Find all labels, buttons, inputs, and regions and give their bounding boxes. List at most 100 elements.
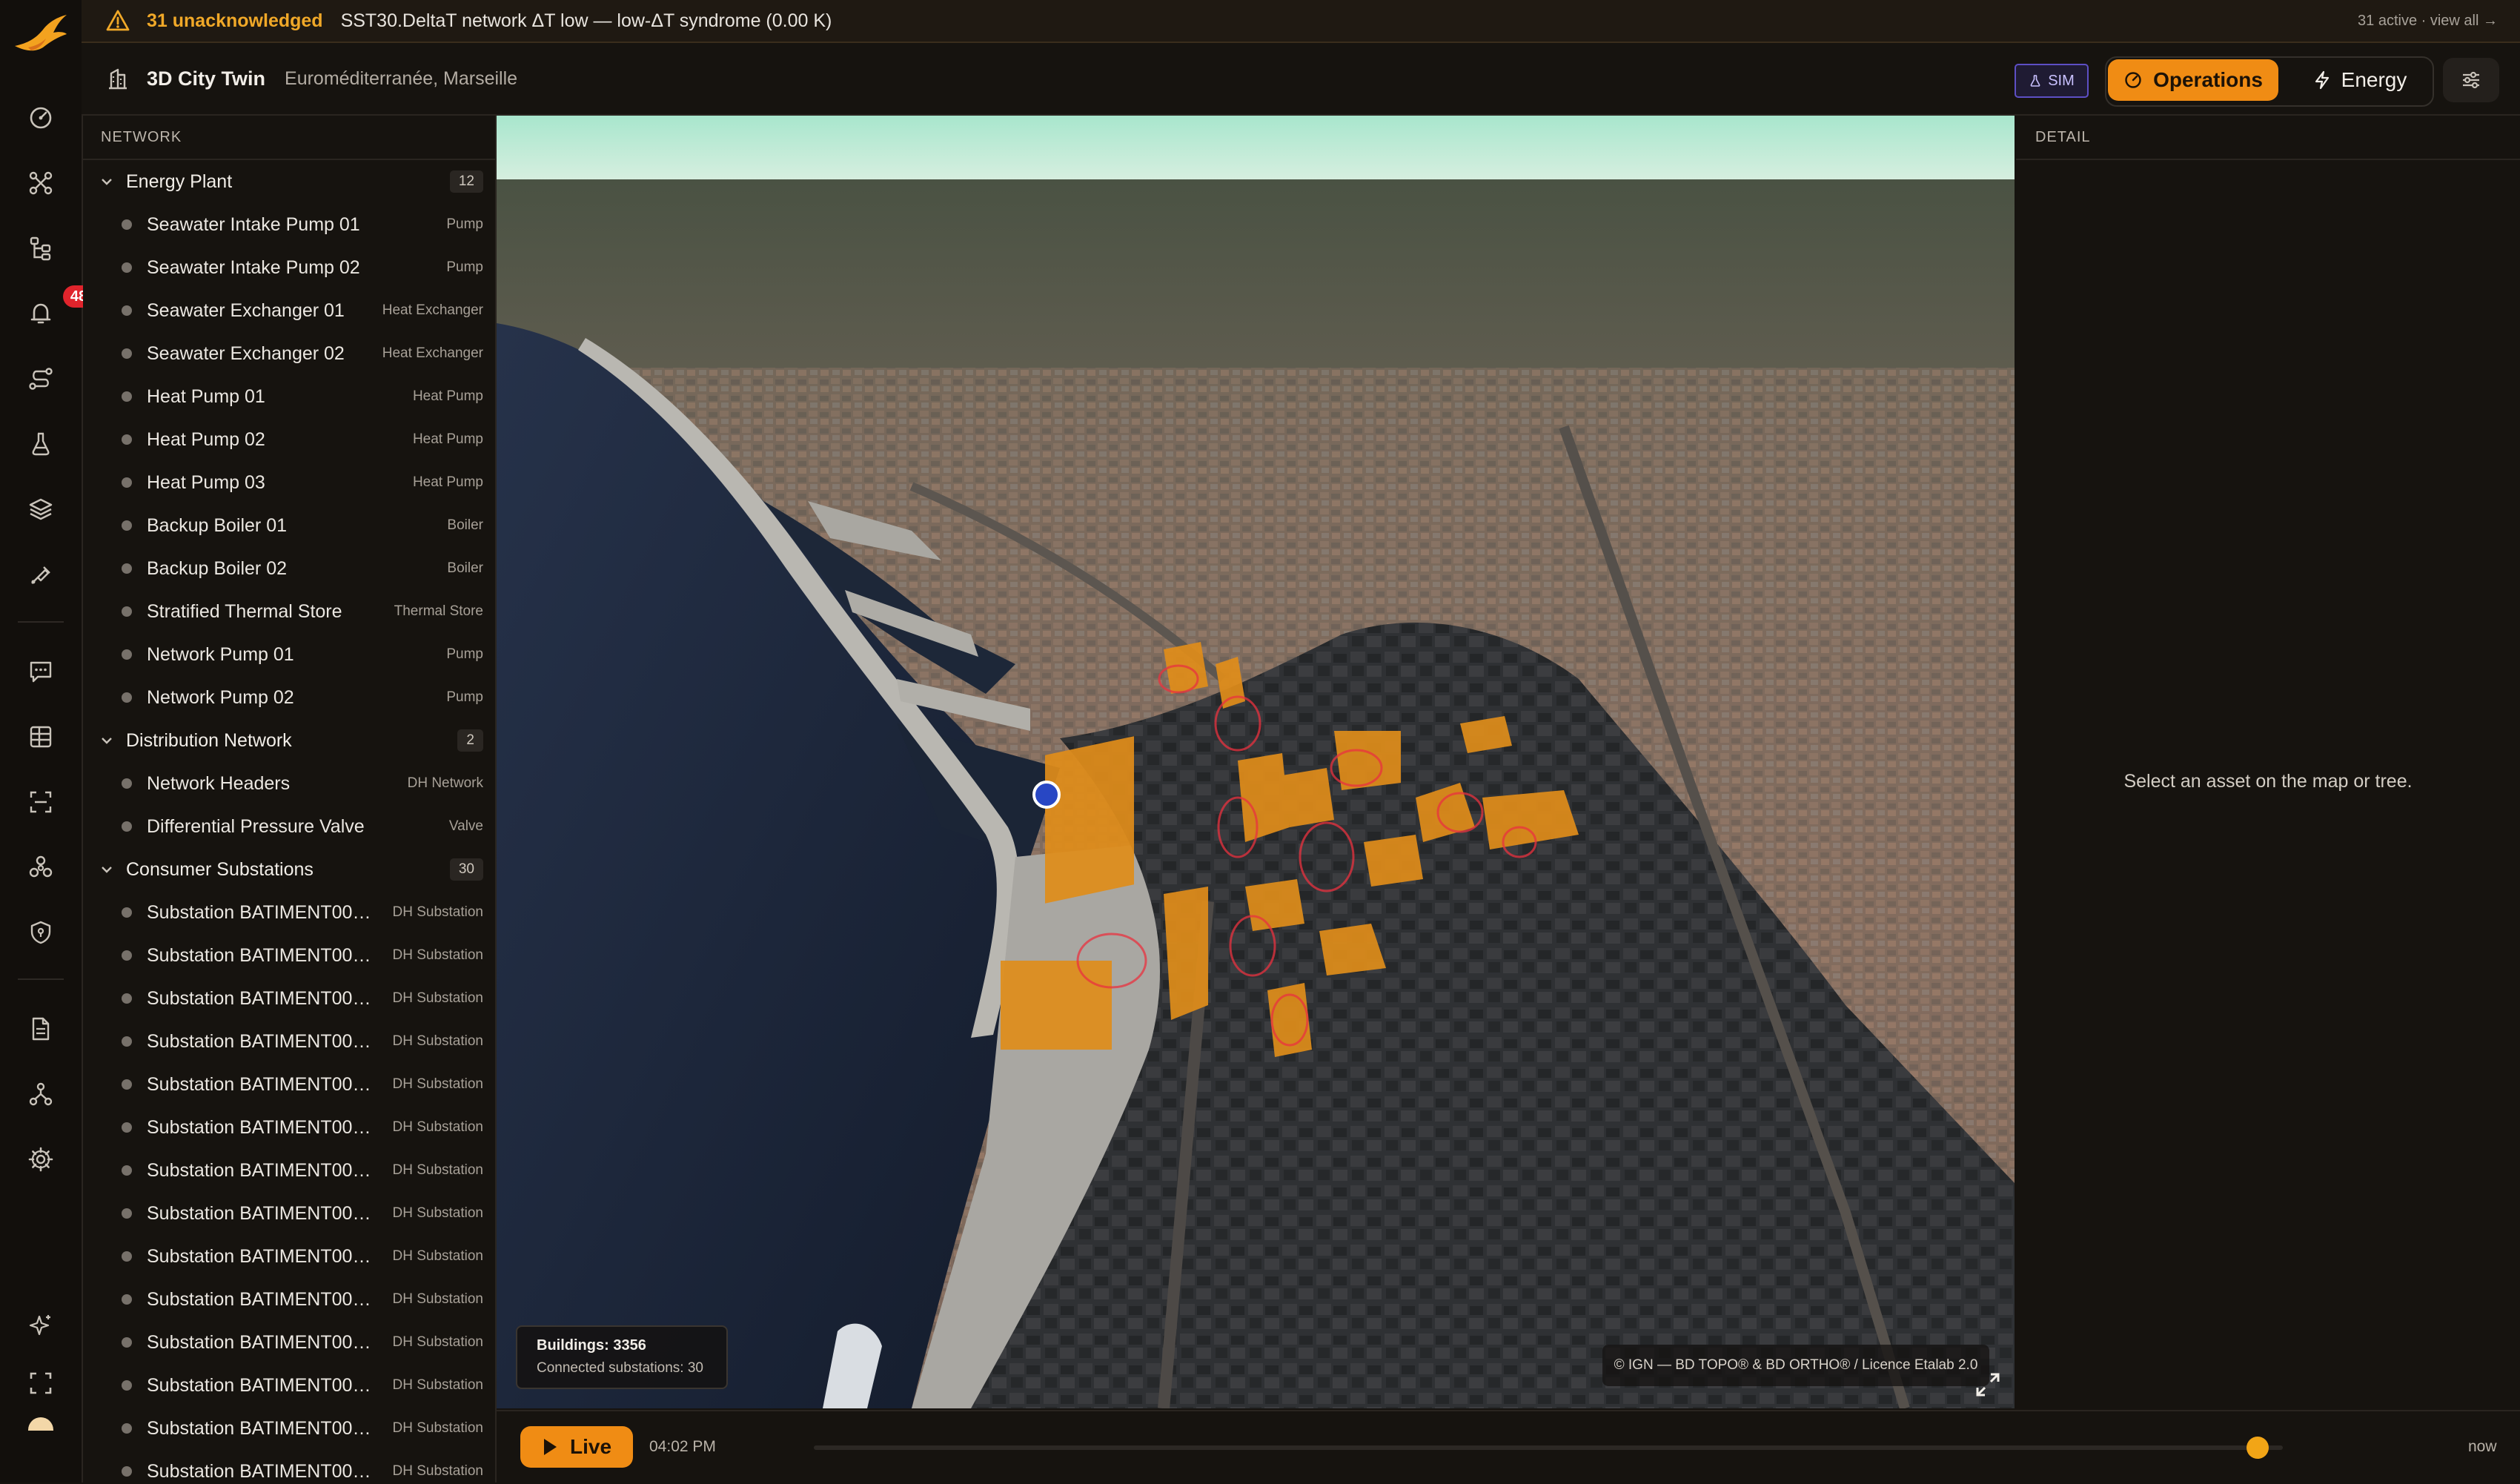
tree-item[interactable]: Seawater Exchanger 02 Heat Exchanger <box>83 332 495 375</box>
network-nodes-icon[interactable] <box>23 165 59 201</box>
play-icon <box>543 1439 557 1455</box>
grid-icon[interactable] <box>23 719 59 755</box>
tree-item-label: Heat Pump 03 <box>147 471 265 493</box>
tree-item[interactable]: Substation BATIMENT0000... DH Substation <box>83 1063 495 1106</box>
unacknowledged-count: 31 unacknowledged <box>147 10 323 31</box>
tree-item[interactable]: Substation BATIMENT0000... DH Substation <box>83 1450 495 1483</box>
timeline-scrubber-handle[interactable] <box>2247 1437 2269 1459</box>
lightning-icon <box>2315 70 2329 90</box>
tree-item[interactable]: Heat Pump 03 Heat Pump <box>83 461 495 504</box>
chevron-down-icon[interactable] <box>98 861 116 878</box>
sim-badge[interactable]: SIM <box>2015 64 2089 98</box>
tree-group-label: Distribution Network <box>126 729 292 751</box>
settings-sliders-button[interactable] <box>2443 58 2499 102</box>
tree-group[interactable]: Distribution Network 2 <box>83 719 495 762</box>
fullscreen-icon[interactable] <box>23 1365 59 1401</box>
tree-item-type: DH Substation <box>392 904 483 920</box>
tree-item[interactable]: Substation BATIMENT0000... DH Substation <box>83 891 495 934</box>
tree-item[interactable]: Substation BATIMENT0000... DH Substation <box>83 1321 495 1364</box>
tree-group[interactable]: Consumer Substations 30 <box>83 848 495 891</box>
status-dot <box>122 305 132 316</box>
tree-item[interactable]: Seawater Intake Pump 01 Pump <box>83 203 495 246</box>
operations-button[interactable]: Operations <box>2108 59 2278 101</box>
tree-item-type: Heat Exchanger <box>382 302 483 318</box>
map-canvas[interactable] <box>497 116 2015 1408</box>
org-chart-icon[interactable] <box>23 1076 59 1112</box>
flask-icon[interactable] <box>23 426 59 462</box>
tree-item-label: Substation BATIMENT0000... <box>147 1245 377 1267</box>
tree-item-type: Heat Pump <box>412 431 483 447</box>
bird-logo[interactable] <box>13 13 68 62</box>
document-icon[interactable] <box>23 1011 59 1047</box>
status-dot <box>122 1380 132 1391</box>
layers-icon[interactable] <box>23 491 59 527</box>
tree-item[interactable]: Network Pump 01 Pump <box>83 633 495 676</box>
tree-item[interactable]: Stratified Thermal Store Thermal Store <box>83 590 495 633</box>
shield-icon[interactable] <box>23 915 59 950</box>
status-dot <box>122 1466 132 1477</box>
tree-item[interactable]: Substation BATIMENT0000... DH Substation <box>83 1407 495 1450</box>
tree-item[interactable]: Network Pump 02 Pump <box>83 676 495 719</box>
tree-group[interactable]: Energy Plant 12 <box>83 160 495 203</box>
timeline-time: 04:02 PM <box>649 1438 716 1455</box>
tree-item[interactable]: Network Headers DH Network <box>83 762 495 805</box>
sim-label: SIM <box>2048 72 2075 89</box>
live-button[interactable]: Live <box>520 1426 633 1468</box>
tree-item-type: DH Substation <box>392 1377 483 1393</box>
tree-item[interactable]: Substation BATIMENT0000... DH Substation <box>83 1192 495 1235</box>
tree-item-type: Pump <box>446 646 483 662</box>
status-dot <box>122 606 132 617</box>
alert-banner[interactable]: 31 unacknowledged SST30.DeltaT network Δ… <box>82 0 2520 43</box>
tree-item[interactable]: Substation BATIMENT0000... DH Substation <box>83 1235 495 1278</box>
user-avatar[interactable] <box>28 1417 53 1431</box>
gauge-icon <box>2125 72 2141 88</box>
tree-item-label: Substation BATIMENT0000... <box>147 1159 377 1181</box>
bell-icon[interactable]: 48 <box>23 285 94 331</box>
tree-item[interactable]: Substation BATIMENT0000... DH Substation <box>83 1364 495 1407</box>
molecule-icon[interactable] <box>23 849 59 885</box>
tree-item-type: Heat Pump <box>412 474 483 490</box>
chat-icon[interactable] <box>23 654 59 689</box>
status-dot <box>122 1122 132 1133</box>
operations-label: Operations <box>2153 68 2263 91</box>
gauge-icon[interactable] <box>23 100 59 136</box>
network-tree-panel: NETWORK Energy Plant 12 Seawater Intake Pu… <box>83 116 497 1483</box>
tree-item-type: Boiler <box>447 560 483 576</box>
tree-item[interactable]: Seawater Intake Pump 02 Pump <box>83 246 495 289</box>
tree-item[interactable]: Differential Pressure Valve Valve <box>83 805 495 848</box>
tree-item[interactable]: Substation BATIMENT0000... DH Substation <box>83 1278 495 1321</box>
view-all-link[interactable]: 31 active · view all → <box>2358 13 2498 30</box>
tree-item[interactable]: Substation BATIMENT0000... DH Substation <box>83 1149 495 1192</box>
warning-icon <box>106 10 130 31</box>
expand-icon <box>1976 1373 2000 1397</box>
hierarchy-icon[interactable] <box>23 231 59 266</box>
tree-item[interactable]: Substation BATIMENT0000... DH Substation <box>83 934 495 977</box>
tree-item-label: Seawater Intake Pump 01 <box>147 213 360 235</box>
energy-button[interactable]: Energy <box>2296 59 2424 101</box>
tree-item[interactable]: Backup Boiler 01 Boiler <box>83 504 495 547</box>
tree-item-label: Substation BATIMENT0000... <box>147 1030 377 1052</box>
tree-item[interactable]: Heat Pump 02 Heat Pump <box>83 418 495 461</box>
tree-item[interactable]: Backup Boiler 02 Boiler <box>83 547 495 590</box>
probe-icon[interactable] <box>23 557 59 592</box>
location-label: Euroméditerranée, Marseille <box>285 67 518 89</box>
chevron-down-icon[interactable] <box>98 732 116 749</box>
chevron-down-icon[interactable] <box>98 173 116 191</box>
tree-item[interactable]: Substation BATIMENT0000... DH Substation <box>83 977 495 1020</box>
tree-item[interactable]: Seawater Exchanger 01 Heat Exchanger <box>83 289 495 332</box>
route-icon[interactable] <box>23 361 59 397</box>
tree-item-label: Backup Boiler 01 <box>147 514 288 536</box>
tree-item[interactable]: Substation BATIMENT0000... DH Substation <box>83 1106 495 1149</box>
city-3d-map[interactable]: Buildings: 3356 Connected substations: 3… <box>497 116 2015 1408</box>
tree-item-label: Stratified Thermal Store <box>147 600 342 622</box>
scan-icon[interactable] <box>23 784 59 820</box>
tree-item[interactable]: Heat Pump 01 Heat Pump <box>83 375 495 418</box>
tree-heading: NETWORK <box>83 116 495 160</box>
gear-icon[interactable] <box>23 1142 59 1177</box>
tree-item-type: DH Substation <box>392 1334 483 1350</box>
tree-item[interactable]: Substation BATIMENT0000... DH Substation <box>83 1020 495 1063</box>
timeline-track[interactable] <box>814 1445 2283 1450</box>
sparkle-icon[interactable] <box>23 1308 59 1343</box>
alert-message: SST30.DeltaT network ΔT low — low-ΔT syn… <box>340 10 832 31</box>
expand-map-button[interactable] <box>1973 1370 2006 1402</box>
